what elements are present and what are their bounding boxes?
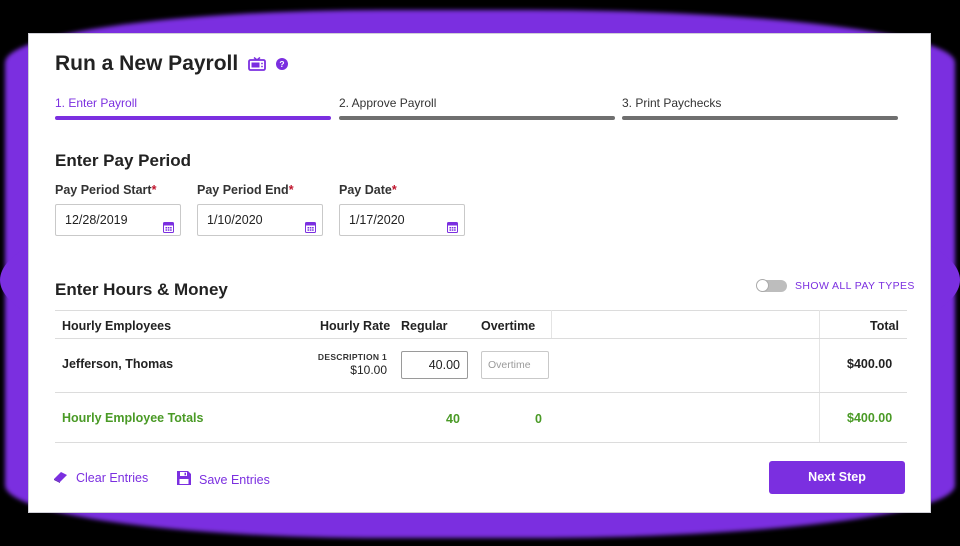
pay-period-end-input[interactable]: 1/10/2020 [197, 204, 323, 236]
next-step-button[interactable]: Next Step [769, 461, 905, 494]
step-approve-payroll[interactable]: 2. Approve Payroll [339, 96, 436, 110]
table-top-border [55, 310, 907, 311]
save-entries-label: Save Entries [199, 472, 270, 487]
total-column-divider [819, 310, 820, 442]
hours-money-heading: Enter Hours & Money [55, 280, 228, 299]
row-border [55, 392, 907, 393]
header-border [55, 338, 907, 339]
col-header-rate: Hourly Rate [320, 319, 391, 333]
help-icon[interactable]: ? [276, 58, 289, 70]
col-header-regular: Regular [401, 319, 448, 333]
toggle-switch[interactable] [756, 279, 787, 292]
pay-period-start-input[interactable]: 12/28/2019 [55, 204, 181, 236]
pay-date-input[interactable]: 1/17/2020 [339, 204, 465, 236]
step-progress: 1. Enter Payroll 2. Approve Payroll 3. P… [55, 96, 898, 126]
rate-description: DESCRIPTION 1 [317, 352, 387, 362]
payroll-card: Run a New Payroll ? 1. Enter Payroll 2. … [28, 33, 931, 513]
step-enter-payroll[interactable]: 1. Enter Payroll [55, 96, 137, 110]
col-header-total: Total [870, 319, 899, 333]
page-title: Run a New Payroll [55, 52, 239, 75]
totals-label: Hourly Employee Totals [62, 411, 204, 425]
employee-name: Jefferson, Thomas [62, 357, 174, 371]
row-total: $400.00 [847, 357, 893, 371]
step-bar-enter-payroll [55, 116, 331, 120]
tv-icon[interactable] [248, 57, 267, 71]
step-bar-print-paychecks [622, 116, 898, 120]
pay-period-start-value: 12/28/2019 [65, 213, 128, 227]
calendar-icon[interactable] [305, 214, 316, 244]
save-entries-button[interactable]: Save Entries [176, 470, 270, 489]
header: Run a New Payroll ? [55, 52, 289, 76]
pay-period-end-value: 1/10/2020 [207, 213, 263, 227]
save-icon [176, 470, 192, 489]
totals-total: $400.00 [847, 411, 893, 425]
overtime-hours-input[interactable]: Overtime [481, 351, 549, 379]
step-bar-approve-payroll [339, 116, 615, 120]
calendar-icon[interactable] [163, 214, 174, 244]
calendar-icon[interactable] [447, 214, 458, 244]
pay-date-value: 1/17/2020 [349, 213, 405, 227]
pay-period-start-label: Pay Period Start* [55, 183, 157, 197]
svg-text:?: ? [280, 59, 285, 69]
regular-hours-input[interactable]: 40.00 [401, 351, 468, 379]
show-all-pay-types-toggle[interactable]: SHOW ALL PAY TYPES [756, 279, 915, 292]
clear-entries-button[interactable]: Clear Entries [53, 470, 148, 486]
step-print-paychecks[interactable]: 3. Print Paychecks [622, 96, 721, 110]
col-header-overtime: Overtime [481, 319, 536, 333]
table-bottom-border [55, 442, 907, 443]
pay-period-heading: Enter Pay Period [55, 151, 192, 170]
totals-overtime: 0 [535, 412, 542, 426]
col-header-employees: Hourly Employees [62, 319, 172, 333]
eraser-icon [53, 470, 69, 486]
totals-regular: 40 [446, 412, 460, 426]
toggle-label: SHOW ALL PAY TYPES [795, 280, 915, 292]
hourly-rate-value: $10.00 [350, 363, 387, 377]
pay-date-label: Pay Date* [339, 183, 397, 197]
clear-entries-label: Clear Entries [76, 471, 149, 485]
pay-period-end-label: Pay Period End* [197, 183, 294, 197]
column-divider [551, 310, 552, 338]
